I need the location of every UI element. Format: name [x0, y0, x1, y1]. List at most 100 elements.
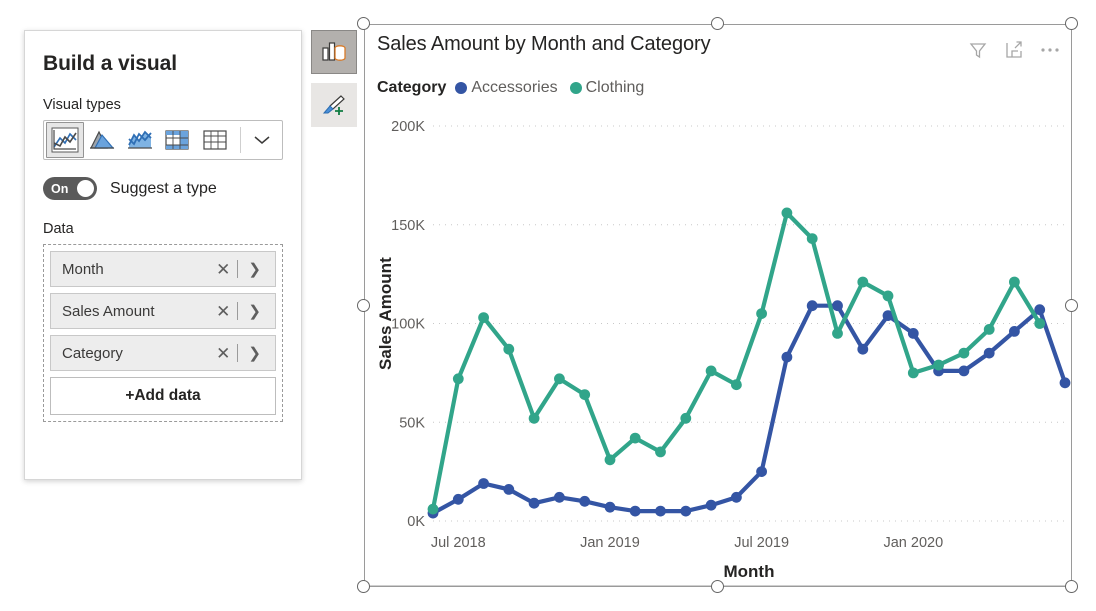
data-point[interactable]	[882, 290, 894, 302]
series-line-accessories[interactable]	[430, 303, 1068, 516]
visual-side-toolbar	[311, 30, 357, 136]
visual-type-line-stacked-chart[interactable]	[121, 122, 159, 158]
data-point[interactable]	[680, 412, 692, 424]
x-axis-title: Month	[724, 562, 775, 581]
chart-plot-area[interactable]: 0K 50K 100K 150K 200K Sales Amount Jul 2018 Jan…	[365, 25, 1073, 587]
resize-handle-middle-left[interactable]	[357, 299, 370, 312]
field-name: Month	[62, 260, 104, 278]
field-name: Sales Amount	[62, 302, 155, 320]
data-point[interactable]	[554, 491, 565, 503]
resize-handle-top-center[interactable]	[711, 17, 724, 30]
power-bi-report-canvas: Build a visual Visual types On Suggest a…	[0, 0, 1096, 611]
chevron-down-icon	[254, 136, 270, 144]
data-point[interactable]	[478, 312, 489, 323]
toolbar-divider	[239, 127, 241, 153]
data-point[interactable]	[857, 276, 869, 288]
close-icon[interactable]: ✕	[209, 345, 237, 362]
y-axis-title: Sales Amount	[376, 257, 395, 370]
suggest-a-type-row: On Suggest a type	[43, 177, 283, 200]
data-point[interactable]	[528, 412, 540, 424]
expand-visual-types-button[interactable]	[244, 122, 280, 158]
y-axis-tick-label: 200K	[391, 119, 425, 135]
data-point[interactable]	[655, 446, 666, 458]
data-point[interactable]	[579, 495, 591, 507]
data-point[interactable]	[705, 499, 717, 511]
data-point[interactable]	[1009, 326, 1020, 337]
data-point[interactable]	[781, 351, 793, 363]
data-point[interactable]	[1034, 318, 1046, 329]
data-point[interactable]	[731, 491, 742, 503]
chevron-right-icon[interactable]: ❯	[238, 304, 266, 319]
data-point[interactable]	[832, 300, 843, 312]
close-icon[interactable]: ✕	[209, 261, 237, 278]
data-point[interactable]	[781, 207, 793, 219]
y-axis-tick-label: 0K	[407, 514, 425, 530]
visual-type-area-chart[interactable]	[84, 122, 122, 158]
line-stacked-chart-icon	[127, 130, 152, 149]
build-visual-pane: Build a visual Visual types On Suggest a…	[24, 30, 302, 480]
data-point[interactable]	[933, 359, 944, 371]
data-point[interactable]	[427, 503, 439, 515]
series-line-clothing[interactable]	[430, 210, 1042, 512]
resize-handle-top-right[interactable]	[1065, 17, 1078, 30]
data-fields-well[interactable]: Month ✕ ❯ Sales Amount ✕ ❯ Category ✕ ❯ …	[43, 244, 283, 422]
add-data-button[interactable]: +Add data	[50, 377, 276, 415]
data-point[interactable]	[983, 324, 995, 335]
data-point[interactable]	[983, 347, 995, 359]
data-field-chip[interactable]: Sales Amount ✕ ❯	[50, 293, 276, 329]
data-point[interactable]	[907, 367, 919, 379]
build-visual-button[interactable]	[311, 30, 357, 74]
resize-handle-top-left[interactable]	[357, 17, 370, 30]
visual-type-table[interactable]	[196, 122, 234, 158]
data-point[interactable]	[655, 505, 666, 517]
y-axis-tick-label: 150K	[391, 218, 425, 234]
data-point[interactable]	[478, 478, 489, 489]
resize-handle-middle-right[interactable]	[1065, 299, 1078, 312]
visual-type-line-chart[interactable]	[46, 122, 84, 158]
data-point[interactable]	[731, 379, 742, 391]
data-point[interactable]	[806, 300, 818, 312]
x-axis-tick-label: Jan 2019	[580, 535, 640, 551]
data-field-chip[interactable]: Month ✕ ❯	[50, 251, 276, 287]
data-point[interactable]	[452, 493, 464, 505]
data-point[interactable]	[579, 389, 591, 400]
data-point[interactable]	[604, 501, 616, 513]
data-point[interactable]	[958, 365, 970, 377]
data-point[interactable]	[604, 454, 616, 466]
suggest-a-type-toggle[interactable]: On	[43, 177, 97, 200]
data-point[interactable]	[705, 365, 717, 377]
line-chart-visual[interactable]: Sales Amount by Month and Category Categ…	[364, 24, 1072, 586]
pane-title: Build a visual	[43, 52, 177, 75]
field-name: Category	[62, 344, 123, 362]
data-point[interactable]	[756, 308, 767, 319]
data-point[interactable]	[907, 328, 919, 339]
data-point[interactable]	[756, 466, 767, 477]
visual-type-matrix[interactable]	[159, 122, 197, 158]
x-axis-tick-label: Jul 2018	[431, 535, 486, 551]
format-visual-button[interactable]	[311, 83, 357, 127]
data-point[interactable]	[1059, 377, 1071, 389]
resize-handle-bottom-right[interactable]	[1065, 580, 1078, 593]
resize-handle-bottom-left[interactable]	[357, 580, 370, 593]
data-point[interactable]	[629, 505, 641, 517]
data-point[interactable]	[1009, 276, 1020, 288]
x-axis-tick-label: Jan 2020	[883, 535, 943, 551]
data-point[interactable]	[528, 497, 540, 509]
data-point[interactable]	[857, 343, 869, 355]
data-point[interactable]	[680, 505, 692, 517]
data-point[interactable]	[503, 343, 515, 355]
data-field-chip[interactable]: Category ✕ ❯	[50, 335, 276, 371]
visual-types-label: Visual types	[43, 97, 121, 113]
data-point[interactable]	[629, 432, 641, 444]
chevron-right-icon[interactable]: ❯	[238, 346, 266, 361]
data-section-label: Data	[43, 221, 74, 237]
resize-handle-bottom-center[interactable]	[711, 580, 724, 593]
chevron-right-icon[interactable]: ❯	[238, 262, 266, 277]
data-point[interactable]	[503, 484, 515, 495]
data-point[interactable]	[958, 347, 970, 359]
data-point[interactable]	[832, 328, 843, 339]
data-point[interactable]	[554, 373, 565, 385]
data-point[interactable]	[452, 373, 464, 385]
close-icon[interactable]: ✕	[209, 303, 237, 320]
data-point[interactable]	[806, 233, 818, 245]
